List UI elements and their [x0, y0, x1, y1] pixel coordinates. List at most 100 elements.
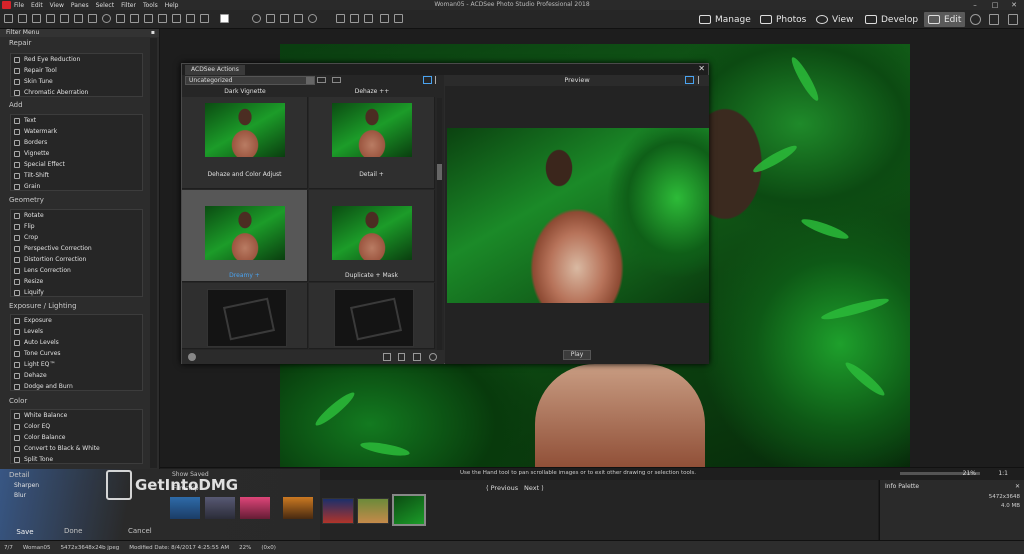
filter-item[interactable]: Tone Curves	[14, 350, 61, 357]
preview-compare-icon[interactable]	[685, 76, 694, 84]
save-button[interactable]: Save	[10, 527, 40, 538]
filter-item[interactable]: Color Balance	[14, 434, 66, 441]
undo-icon[interactable]	[380, 14, 389, 23]
mode-view-button[interactable]: View	[816, 12, 853, 27]
redeye-icon[interactable]	[252, 14, 261, 23]
redo-icon[interactable]	[394, 14, 403, 23]
marquee-tool-icon[interactable]	[74, 14, 83, 23]
menu-panes[interactable]: Panes	[71, 2, 89, 9]
filter-item[interactable]: Text	[14, 117, 36, 124]
filter-item[interactable]: Liquify	[14, 289, 44, 296]
edit-action-icon[interactable]	[383, 353, 391, 361]
filter-item[interactable]: Grain	[14, 183, 40, 190]
filter-category[interactable]: Repair	[9, 39, 31, 47]
filter-item[interactable]: Exposure	[14, 317, 52, 324]
select-tool-icon[interactable]	[4, 14, 13, 23]
mode-manage-button[interactable]: Manage	[699, 12, 751, 27]
list-menu-icon[interactable]	[413, 353, 421, 361]
menu-filter[interactable]: Filter	[121, 2, 136, 9]
play-button[interactable]: Play	[563, 350, 591, 360]
filter-sharpen[interactable]: Sharpen	[14, 482, 39, 489]
filter-category[interactable]: Add	[9, 101, 23, 109]
filter-blur[interactable]: Blur	[14, 492, 26, 499]
365-icon[interactable]	[970, 14, 981, 25]
gear-icon[interactable]	[429, 353, 437, 361]
scroll-thumb[interactable]	[437, 164, 442, 180]
mode-develop-button[interactable]: Develop	[865, 12, 918, 27]
menu-tools[interactable]: Tools	[143, 2, 158, 9]
list-icon[interactable]	[332, 77, 341, 83]
filter-item[interactable]: Red Eye Reduction	[14, 56, 80, 63]
action-cell[interactable]: Dehaze and Color Adjust	[182, 97, 308, 189]
gradient-tool-icon[interactable]	[172, 14, 181, 23]
filter-item[interactable]: Rotate	[14, 212, 44, 219]
action-cell[interactable]: Detail +	[309, 97, 435, 189]
heal-icon[interactable]	[266, 14, 275, 23]
next-button[interactable]: Next ⟩	[524, 484, 544, 492]
filter-item[interactable]: Dehaze	[14, 372, 47, 379]
action-cell-selected[interactable]: Dreamy +	[182, 190, 308, 282]
close-icon[interactable]: ✕	[698, 64, 705, 73]
lasso-tool-icon[interactable]	[46, 14, 55, 23]
line-tool-icon[interactable]	[116, 14, 125, 23]
done-button[interactable]: Done	[64, 527, 82, 535]
previous-button[interactable]: ⟨ Previous	[486, 484, 518, 492]
filmstrip-thumb[interactable]	[240, 497, 270, 519]
filter-category[interactable]: Color	[9, 397, 27, 405]
maximize-icon[interactable]: □	[986, 0, 1004, 10]
eyedropper-icon[interactable]	[186, 14, 195, 23]
filter-item[interactable]: Skin Tune	[14, 78, 53, 85]
text-tool-icon[interactable]	[200, 14, 209, 23]
filter-item[interactable]: White Balance	[14, 412, 67, 419]
menu-view[interactable]: View	[50, 2, 64, 9]
zoom-value[interactable]: 21%	[963, 470, 976, 477]
menu-select[interactable]: Select	[96, 2, 115, 9]
filter-item[interactable]: Crop	[14, 234, 38, 241]
actual-size-button[interactable]: 1:1	[998, 470, 1008, 477]
action-cell[interactable]: Duplicate + Mask	[309, 190, 435, 282]
filmstrip-thumb[interactable]	[205, 497, 235, 519]
zoom-fit-icon[interactable]	[336, 14, 345, 23]
shape-tool-icon[interactable]	[144, 14, 153, 23]
menu-help[interactable]: Help	[165, 2, 179, 9]
trash-icon[interactable]	[398, 353, 405, 361]
menu-edit[interactable]: Edit	[31, 2, 43, 9]
filter-item[interactable]: Watermark	[14, 128, 57, 135]
rect-select-icon[interactable]	[88, 14, 97, 23]
brush-tool-icon[interactable]	[18, 14, 27, 23]
close-window-icon[interactable]: ✕	[1005, 0, 1023, 10]
filmstrip-thumb[interactable]	[322, 498, 354, 524]
filter-item[interactable]: Dodge and Burn	[14, 383, 73, 390]
filter-scrollbar[interactable]	[150, 38, 157, 468]
filter-item[interactable]: Resize	[14, 278, 43, 285]
action-cell[interactable]	[309, 283, 435, 349]
color-swatch-icon[interactable]	[220, 14, 229, 23]
clone-icon[interactable]	[280, 14, 289, 23]
lens-icon[interactable]	[308, 14, 317, 23]
filmstrip-thumb-selected[interactable]	[392, 494, 426, 526]
help-icon[interactable]	[188, 353, 196, 361]
actions-scrollbar[interactable]	[437, 98, 442, 353]
filter-item[interactable]: Flip	[14, 223, 35, 230]
filter-item[interactable]: Distortion Correction	[14, 256, 86, 263]
filter-item[interactable]: Vignette	[14, 150, 49, 157]
filter-item[interactable]: Lens Correction	[14, 267, 71, 274]
filmstrip-thumb[interactable]	[357, 498, 389, 524]
preview-layout-icon[interactable]	[698, 76, 705, 84]
pin-icon[interactable]: ▪	[151, 29, 155, 37]
filter-item[interactable]: Convert to Black & White	[14, 445, 100, 452]
filter-item[interactable]: Perspective Correction	[14, 245, 92, 252]
grid-icon[interactable]	[350, 14, 359, 23]
arrow-tool-icon[interactable]	[130, 14, 139, 23]
filter-item[interactable]: Chromatic Aberration	[14, 89, 88, 96]
mode-edit-button[interactable]: Edit	[924, 12, 966, 27]
filter-category[interactable]: Exposure / Lighting	[9, 302, 77, 310]
list-add-icon[interactable]	[317, 77, 326, 83]
filter-item[interactable]: Light EQ™	[14, 361, 55, 368]
filter-item[interactable]: Auto Levels	[14, 339, 59, 346]
filter-category[interactable]: Geometry	[9, 196, 44, 204]
filter-item[interactable]: Special Effect	[14, 161, 65, 168]
levels-icon[interactable]	[294, 14, 303, 23]
info-close-icon[interactable]: ✕	[1015, 483, 1020, 490]
filter-item[interactable]: Color EQ	[14, 423, 50, 430]
